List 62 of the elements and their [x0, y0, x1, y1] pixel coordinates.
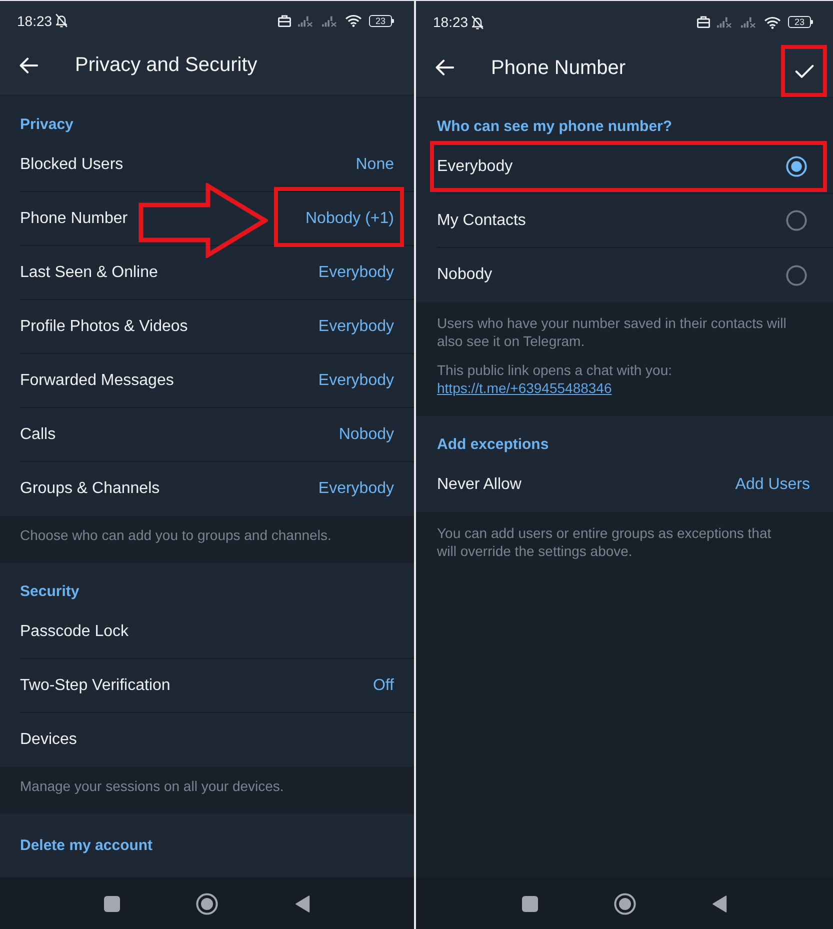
signal-icon — [741, 16, 756, 28]
setting-label[interactable]: Groups & Channels — [20, 479, 160, 499]
battery-indicator: 23 — [788, 16, 813, 28]
bell-off-icon — [55, 13, 68, 28]
setting-label[interactable]: Passcode Lock — [20, 622, 129, 642]
option-label[interactable]: My Contacts — [437, 210, 526, 230]
setting-label[interactable]: Never Allow — [437, 475, 522, 495]
radio-button[interactable] — [786, 156, 807, 177]
bell-off-icon — [471, 14, 484, 30]
option-label[interactable]: Everybody — [437, 156, 513, 176]
option-label[interactable]: Nobody — [437, 265, 492, 285]
battery-indicator: 23 — [369, 14, 394, 26]
action-item[interactable]: Delete my account — [20, 836, 153, 854]
section-title: Who can see my phone number? — [437, 118, 672, 136]
back-icon[interactable] — [434, 59, 454, 76]
briefcase-icon — [278, 14, 291, 26]
info-text: You can add users or entire groups as exceptions that will override the settings above. — [437, 524, 772, 560]
status-time: 18:23 — [433, 14, 468, 30]
check-icon[interactable] — [794, 64, 814, 78]
section-title: Security — [20, 583, 80, 601]
setting-label[interactable]: Two-Step Verification — [20, 676, 170, 696]
wifi-icon — [345, 14, 362, 27]
triangle-back-icon[interactable] — [294, 894, 310, 912]
signal-icon — [322, 14, 337, 26]
setting-label[interactable]: Last Seen & Online — [20, 262, 158, 282]
setting-label[interactable]: Calls — [20, 424, 56, 444]
setting-label[interactable]: Profile Photos & Videos — [20, 316, 188, 336]
signal-icon — [717, 16, 732, 28]
section-title: Privacy — [20, 116, 74, 134]
setting-value: Nobody (+1) — [306, 208, 394, 228]
signal-icon — [298, 14, 313, 26]
square-icon[interactable] — [522, 896, 538, 912]
square-icon[interactable] — [104, 896, 120, 912]
link[interactable]: https://t.me/+639455488346 — [437, 379, 612, 397]
info-text: This public link opens a chat with you: — [437, 361, 674, 379]
status-time: 18:23 — [17, 12, 52, 28]
briefcase-icon — [697, 16, 710, 28]
circle-icon[interactable] — [196, 892, 218, 914]
setting-value: Everybody — [318, 370, 394, 390]
triangle-back-icon[interactable] — [712, 894, 727, 912]
setting-value: Nobody — [338, 424, 394, 444]
circle-icon[interactable] — [614, 892, 636, 914]
back-icon[interactable] — [18, 56, 38, 74]
setting-value: None — [356, 154, 394, 174]
setting-label[interactable]: Forwarded Messages — [20, 370, 174, 390]
setting-label[interactable]: Devices — [20, 730, 77, 750]
setting-label[interactable]: Phone Number — [20, 208, 128, 228]
setting-value: Everybody — [318, 316, 394, 336]
setting-value[interactable]: Add Users — [735, 475, 810, 495]
screen-title: Privacy and Security — [75, 53, 258, 77]
setting-value: Off — [372, 676, 394, 696]
setting-value: Everybody — [318, 479, 394, 499]
screen-title: Phone Number — [491, 56, 626, 80]
setting-value: Everybody — [318, 262, 394, 282]
info-text: Users who have your number saved in their contacts will also see it on Telegram. — [437, 314, 788, 350]
setting-label[interactable]: Blocked Users — [20, 154, 124, 174]
radio-button[interactable] — [786, 264, 807, 286]
section-title: Add exceptions — [437, 436, 549, 454]
wifi-icon — [764, 16, 781, 28]
info-text: Manage your sessions on all your devices. — [20, 777, 285, 796]
info-text: Choose who can add you to groups and channels. — [20, 526, 332, 545]
radio-button[interactable] — [786, 210, 807, 231]
